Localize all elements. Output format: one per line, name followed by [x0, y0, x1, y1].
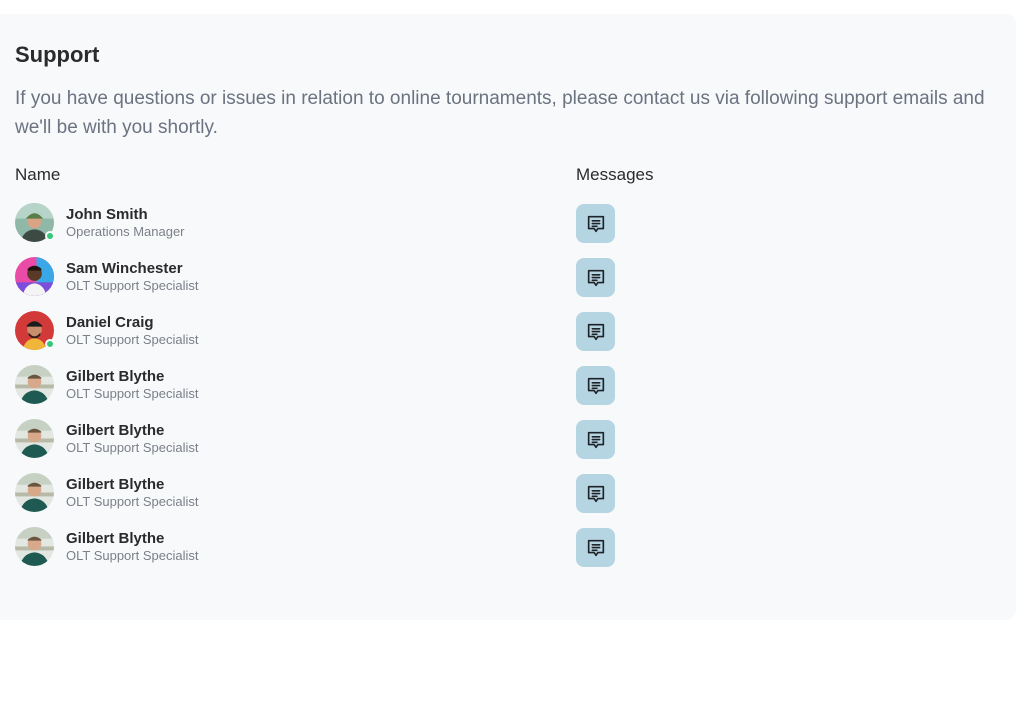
message-button[interactable]: [576, 312, 615, 351]
message-button[interactable]: [576, 420, 615, 459]
chat-message-icon: [585, 321, 607, 343]
contact-name: John Smith: [66, 206, 148, 223]
message-button[interactable]: [576, 474, 615, 513]
avatar-image: [15, 419, 54, 458]
contact-role: OLT Support Specialist: [66, 494, 199, 509]
avatar-image: [15, 527, 54, 566]
chat-message-icon: [585, 375, 607, 397]
avatar: [15, 419, 54, 458]
avatar: [15, 203, 55, 242]
avatar: [15, 257, 54, 296]
list-item: Gilbert Blythe OLT Support Specialist: [0, 527, 1016, 581]
chat-message-icon: [585, 429, 607, 451]
list-item: Gilbert Blythe OLT Support Specialist: [0, 473, 1016, 527]
message-button[interactable]: [576, 366, 615, 405]
message-button[interactable]: [576, 528, 615, 567]
contact-name: Gilbert Blythe: [66, 476, 165, 493]
avatar-image: [15, 257, 54, 296]
contact-role: OLT Support Specialist: [66, 386, 199, 401]
avatar: [15, 311, 55, 350]
avatar-image: [15, 365, 54, 404]
list-item: Daniel Craig OLT Support Specialist: [0, 311, 1016, 365]
chat-message-icon: [585, 213, 607, 235]
chat-message-icon: [585, 537, 607, 559]
contact-name: Daniel Craig: [66, 314, 154, 331]
contact-role: OLT Support Specialist: [66, 548, 199, 563]
avatar: [15, 473, 54, 512]
avatar: [15, 365, 54, 404]
message-button[interactable]: [576, 258, 615, 297]
online-status-dot: [45, 231, 55, 241]
messages-column-header: Messages: [576, 165, 654, 184]
chat-message-icon: [585, 483, 607, 505]
contact-role: OLT Support Specialist: [66, 278, 199, 293]
contact-role: OLT Support Specialist: [66, 440, 199, 455]
contact-name: Sam Winchester: [66, 260, 183, 277]
contact-name: Gilbert Blythe: [66, 422, 165, 439]
list-item: Gilbert Blythe OLT Support Specialist: [0, 365, 1016, 419]
list-item: Sam Winchester OLT Support Specialist: [0, 257, 1016, 311]
contact-name: Gilbert Blythe: [66, 530, 165, 547]
contact-role: OLT Support Specialist: [66, 332, 199, 347]
contact-name: Gilbert Blythe: [66, 368, 165, 385]
list-item: Gilbert Blythe OLT Support Specialist: [0, 419, 1016, 473]
avatar-image: [15, 473, 54, 512]
chat-message-icon: [585, 267, 607, 289]
support-description: If you have questions or issues in relat…: [15, 88, 985, 138]
support-panel: Support If you have questions or issues …: [0, 14, 1016, 620]
name-column-header: Name: [15, 165, 61, 184]
list-item: John Smith Operations Manager: [0, 203, 1016, 257]
contact-role: Operations Manager: [66, 224, 185, 239]
page-title: Support: [15, 42, 100, 67]
avatar: [15, 527, 54, 566]
online-status-dot: [45, 339, 55, 349]
message-button[interactable]: [576, 204, 615, 243]
